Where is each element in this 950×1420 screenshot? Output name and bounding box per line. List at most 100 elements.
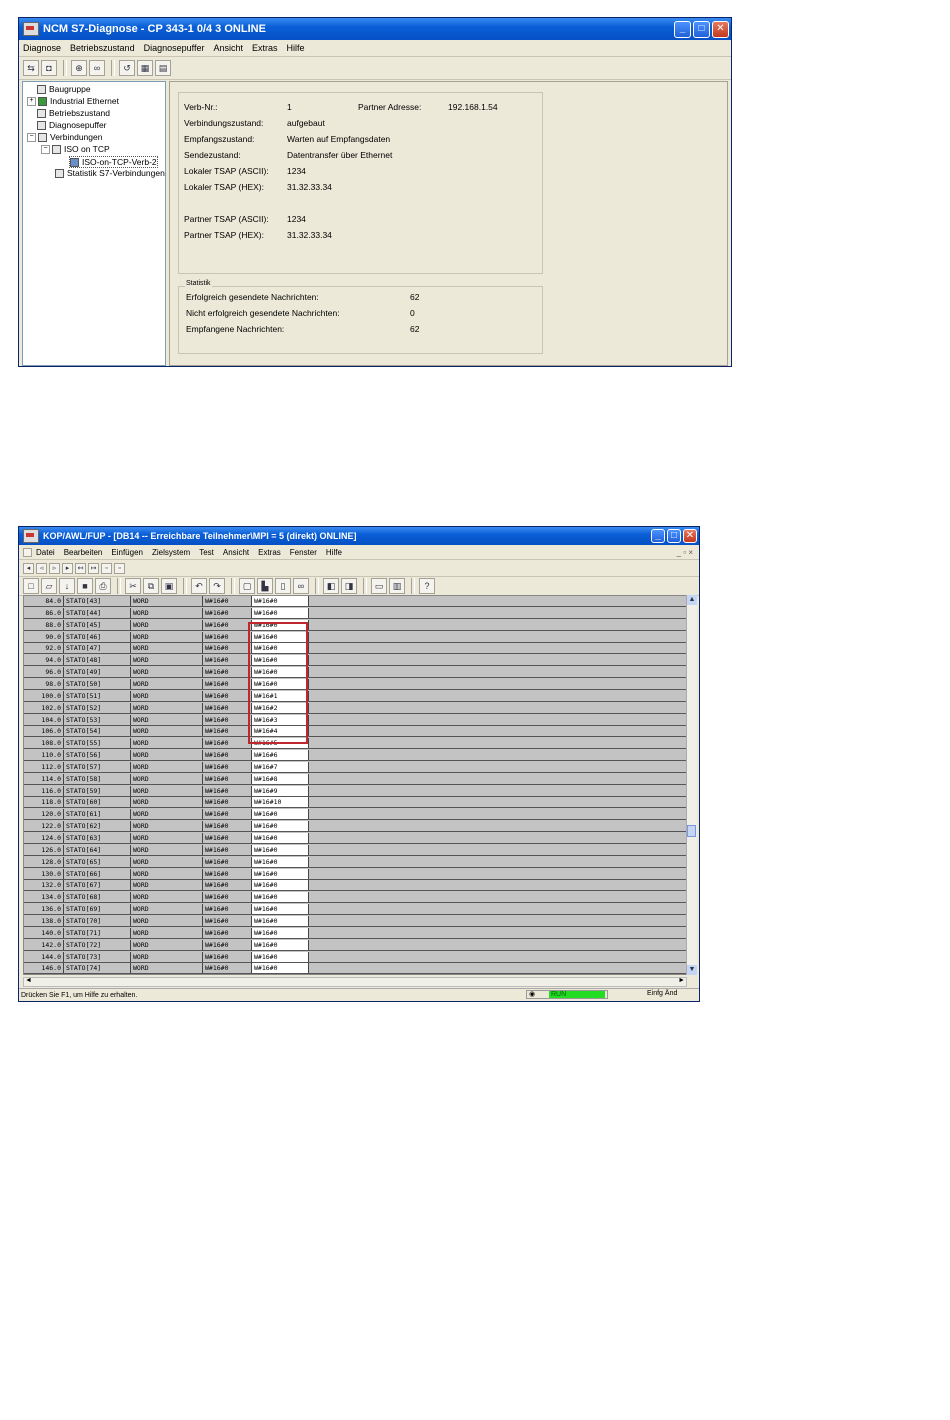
address-cell[interactable]: 142.0 [24, 939, 64, 950]
initial-value-cell[interactable]: W#16#0 [203, 951, 252, 962]
name-cell[interactable]: STATO[57] [64, 761, 131, 772]
scroll-thumb[interactable] [687, 825, 696, 837]
initial-value-cell[interactable]: W#16#0 [203, 619, 252, 630]
nav-forward-icon[interactable]: ↦ [88, 562, 99, 574]
type-cell[interactable]: WORD [131, 856, 203, 867]
type-cell[interactable]: WORD [131, 702, 203, 713]
address-cell[interactable]: 120.0 [24, 809, 64, 820]
module-icon[interactable]: ▯ [275, 578, 291, 594]
table-row[interactable]: 102.0 STATO[52] WORD W#16#0 W#16#2 [24, 702, 686, 714]
menu-hilfe[interactable]: Hilfe [326, 548, 342, 557]
maximize-icon[interactable]: □ [667, 529, 681, 543]
mdi-window-controls[interactable]: _ ▫ × [677, 548, 693, 557]
actual-value-cell[interactable]: W#16#0 [252, 927, 309, 938]
type-cell[interactable]: WORD [131, 714, 203, 725]
update-icon[interactable]: ▦ [137, 60, 153, 76]
address-cell[interactable]: 130.0 [24, 868, 64, 879]
actual-value-cell[interactable]: W#16#0 [252, 643, 309, 654]
name-cell[interactable]: STATO[50] [64, 678, 131, 689]
address-cell[interactable]: 108.0 [24, 738, 64, 749]
address-cell[interactable]: 126.0 [24, 844, 64, 855]
type-cell[interactable]: WORD [131, 667, 203, 678]
type-cell[interactable]: WORD [131, 892, 203, 903]
table-row[interactable]: 96.0 STATO[49] WORD W#16#0 W#16#0 [24, 667, 686, 679]
address-cell[interactable]: 132.0 [24, 880, 64, 891]
actual-value-cell[interactable]: W#16#2 [252, 702, 309, 713]
type-cell[interactable]: WORD [131, 927, 203, 938]
address-icon[interactable]: ⊕ [71, 60, 87, 76]
name-cell[interactable]: STATO[73] [64, 951, 131, 962]
initial-value-cell[interactable]: W#16#0 [203, 915, 252, 926]
station-icon[interactable]: ▙ [257, 578, 273, 594]
address-cell[interactable]: 122.0 [24, 821, 64, 832]
table-row[interactable]: 136.0 STATO[69] WORD W#16#0 W#16#0 [24, 904, 686, 916]
stop-icon[interactable]: ◘ [41, 60, 57, 76]
type-cell[interactable]: WORD [131, 833, 203, 843]
nav-next-icon[interactable]: ▹ [49, 562, 60, 574]
type-cell[interactable]: WORD [131, 963, 203, 974]
goggles-icon[interactable]: ∞ [89, 60, 105, 76]
table-row[interactable]: 118.0 STATO[60] WORD W#16#0 W#16#10 [24, 797, 686, 809]
name-cell[interactable]: STATO[59] [64, 785, 131, 796]
menu-betriebszustand[interactable]: Betriebszustand [70, 43, 135, 53]
type-cell[interactable]: WORD [131, 690, 203, 701]
tree-item-baugruppe[interactable]: Baugruppe [37, 84, 91, 94]
name-cell[interactable]: STATO[60] [64, 797, 131, 808]
menu-bearbeiten[interactable]: Bearbeiten [64, 548, 103, 557]
address-cell[interactable]: 100.0 [24, 690, 64, 701]
tree-item-statistik-s7[interactable]: Statistik S7-Verbindungen [55, 168, 165, 178]
name-cell[interactable]: STATO[51] [64, 690, 131, 701]
address-cell[interactable]: 136.0 [24, 904, 64, 915]
actual-value-cell[interactable]: W#16#0 [252, 631, 309, 642]
type-cell[interactable]: WORD [131, 750, 203, 761]
actual-value-cell[interactable]: W#16#0 [252, 821, 309, 832]
menu-ansicht[interactable]: Ansicht [213, 43, 243, 53]
table-row[interactable]: 144.0 STATO[73] WORD W#16#0 W#16#0 [24, 951, 686, 963]
name-cell[interactable]: STATO[52] [64, 702, 131, 713]
table-row[interactable]: 124.0 STATO[63] WORD W#16#0 W#16#0 [24, 833, 686, 844]
compare2-icon[interactable]: ◨ [341, 578, 357, 594]
initial-value-cell[interactable]: W#16#0 [203, 631, 252, 642]
type-cell[interactable]: WORD [131, 619, 203, 630]
address-cell[interactable]: 140.0 [24, 927, 64, 938]
type-cell[interactable]: WORD [131, 643, 203, 654]
table-row[interactable]: 114.0 STATO[58] WORD W#16#0 W#16#8 [24, 773, 686, 785]
type-cell[interactable]: WORD [131, 773, 203, 784]
actual-value-cell[interactable]: W#16#0 [252, 904, 309, 915]
type-cell[interactable]: WORD [131, 915, 203, 926]
new-icon[interactable]: □ [23, 578, 39, 594]
type-cell[interactable]: WORD [131, 785, 203, 796]
nav-box2-icon[interactable]: ▫ [114, 562, 125, 574]
menu-datei[interactable]: Datei [36, 548, 55, 557]
address-cell[interactable]: 146.0 [24, 963, 64, 974]
initial-value-cell[interactable]: W#16#0 [203, 714, 252, 725]
table-row[interactable]: 138.0 STATO[70] WORD W#16#0 W#16#0 [24, 915, 686, 927]
name-cell[interactable]: STATO[45] [64, 619, 131, 630]
table-icon[interactable]: ▤ [155, 60, 171, 76]
table-row[interactable]: 134.0 STATO[68] WORD W#16#0 W#16#0 [24, 892, 686, 904]
name-cell[interactable]: STATO[70] [64, 915, 131, 926]
address-cell[interactable]: 96.0 [24, 667, 64, 678]
menu-extras[interactable]: Extras [258, 548, 281, 557]
nav-first-icon[interactable]: ◂ [23, 562, 34, 574]
actual-value-cell[interactable]: W#16#0 [252, 619, 309, 630]
scroll-down-icon[interactable]: ▼ [687, 965, 697, 975]
initial-value-cell[interactable]: W#16#0 [203, 607, 252, 618]
initial-value-cell[interactable]: W#16#0 [203, 690, 252, 701]
name-cell[interactable]: STATO[48] [64, 655, 131, 666]
menu-zielsystem[interactable]: Zielsystem [152, 548, 190, 557]
table-row[interactable]: 120.0 STATO[61] WORD W#16#0 W#16#0 [24, 809, 686, 821]
tree-item-iso-on-tcp[interactable]: − ISO on TCP [41, 144, 110, 154]
actual-value-cell[interactable]: W#16#5 [252, 738, 309, 749]
vertical-scrollbar[interactable]: ▲ ▼ [686, 595, 697, 975]
table-row[interactable]: 130.0 STATO[66] WORD W#16#0 W#16#0 [24, 868, 686, 880]
menu-diagnose[interactable]: Diagnose [23, 43, 61, 53]
initial-value-cell[interactable]: W#16#0 [203, 880, 252, 891]
minimize-icon[interactable]: _ [674, 20, 691, 38]
actual-value-cell[interactable]: W#16#0 [252, 667, 309, 678]
table-row[interactable]: 140.0 STATO[71] WORD W#16#0 W#16#0 [24, 927, 686, 939]
actual-value-cell[interactable]: W#16#1 [252, 690, 309, 701]
menu-fenster[interactable]: Fenster [290, 548, 317, 557]
table-row[interactable]: 126.0 STATO[64] WORD W#16#0 W#16#0 [24, 844, 686, 856]
type-cell[interactable]: WORD [131, 939, 203, 950]
